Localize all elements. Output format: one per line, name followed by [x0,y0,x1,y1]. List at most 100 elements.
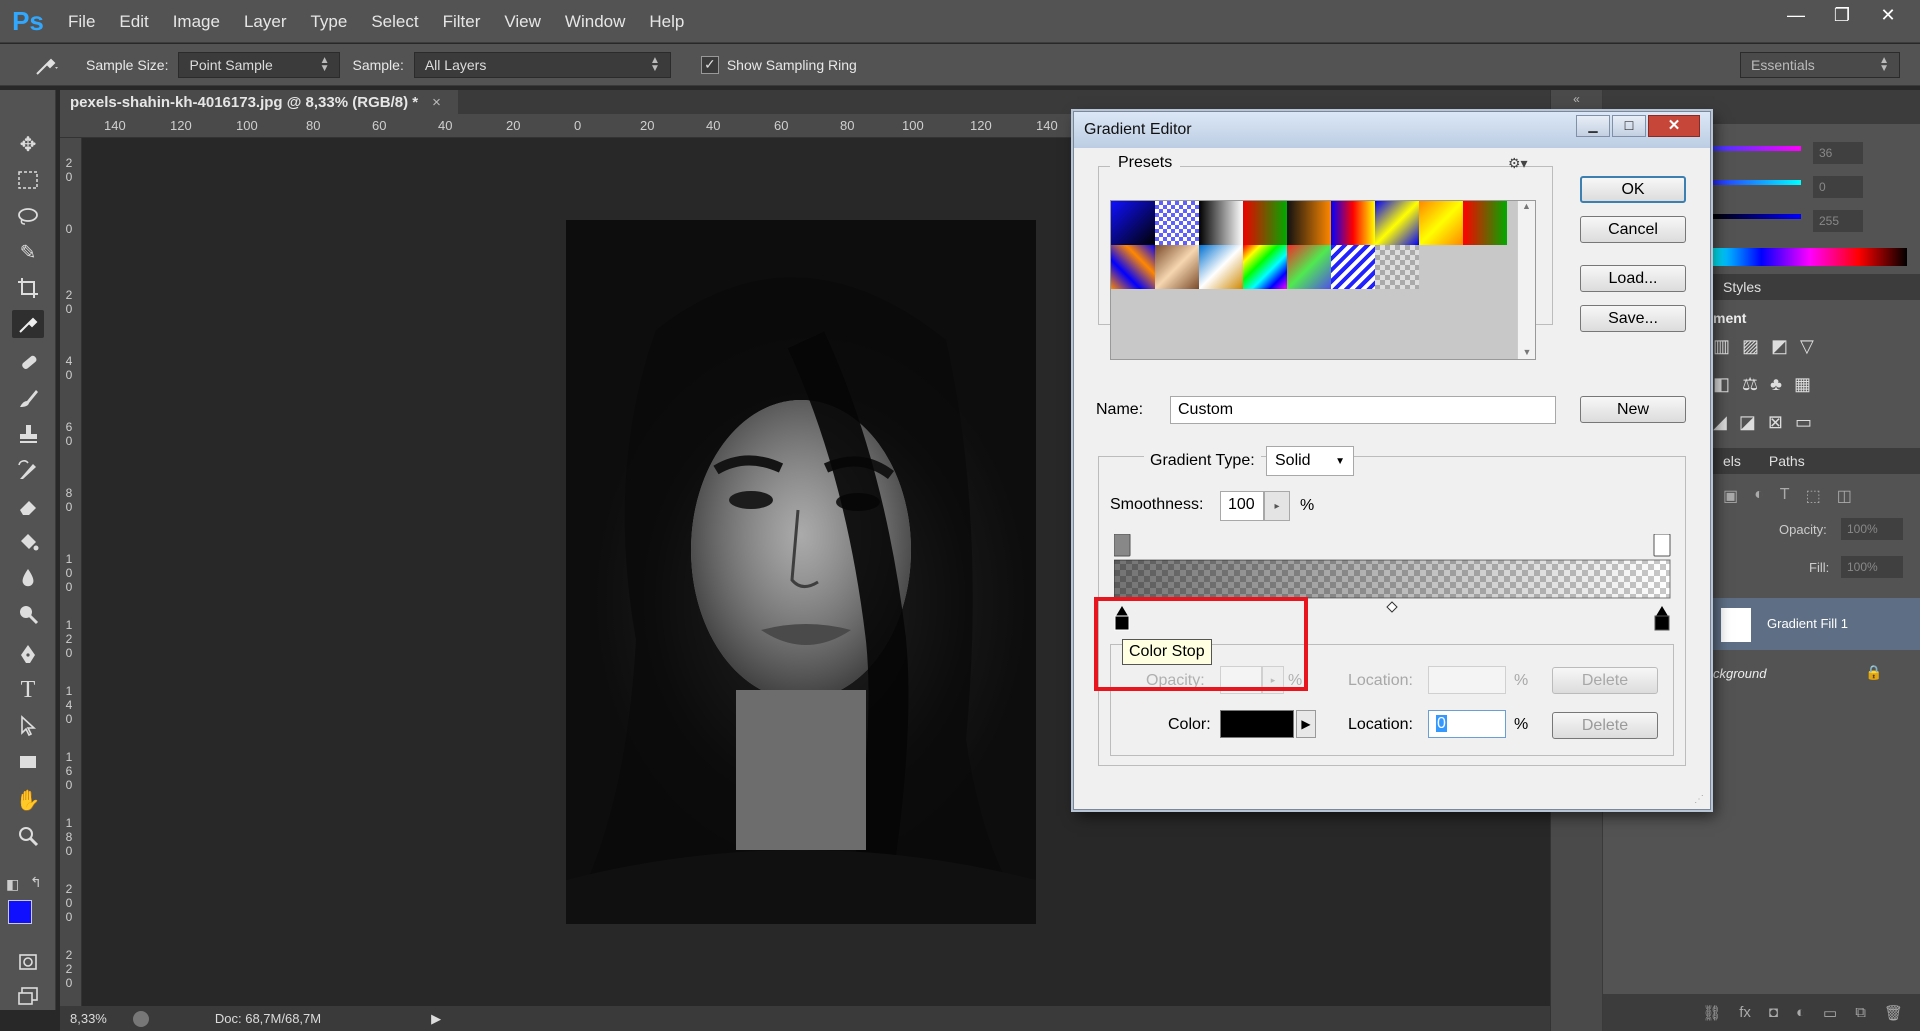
threshold-icon[interactable]: ⊠ [1768,412,1783,433]
preset-swatch[interactable] [1287,201,1331,245]
filter-adjustment-icon[interactable]: ◐ [1754,486,1764,506]
preset-swatch[interactable] [1155,245,1199,289]
tab-channels[interactable]: els [1709,453,1755,469]
tab-paths[interactable]: Paths [1755,453,1819,469]
healing-brush-tool-icon[interactable] [12,348,44,376]
eraser-tool-icon[interactable] [12,492,44,520]
midpoint-diamond-icon[interactable] [1386,601,1398,613]
lasso-tool-icon[interactable] [12,202,44,230]
color-spectrum-bar[interactable] [1713,248,1907,266]
preset-swatch[interactable] [1155,201,1199,245]
new-layer-icon[interactable]: ⧉ [1855,1004,1866,1021]
collapse-arrows-icon[interactable]: « [1551,92,1602,106]
menu-filter[interactable]: Filter [431,0,493,43]
workspace-select[interactable]: Essentials ▲ ▼ [1740,52,1900,78]
close-button[interactable]: ✕ [1866,0,1910,30]
preset-swatch[interactable] [1111,201,1155,245]
tab-styles[interactable]: Styles [1709,279,1775,295]
curves-icon[interactable]: ▨ [1742,336,1759,357]
presets-scrollbar[interactable]: ▲ ▼ [1517,201,1535,359]
menu-file[interactable]: File [56,0,107,43]
fx-icon[interactable]: fx [1739,1004,1751,1021]
hue-saturation-icon[interactable]: ⚖ [1742,374,1758,395]
new-group-icon[interactable]: ▭ [1823,1004,1837,1022]
preset-swatch[interactable] [1375,201,1419,245]
color-value-g[interactable]: 0 [1813,176,1863,198]
menu-view[interactable]: View [492,0,553,43]
menu-image[interactable]: Image [161,0,232,43]
menu-edit[interactable]: Edit [107,0,160,43]
load-button[interactable]: Load... [1580,265,1686,292]
marquee-tool-icon[interactable] [12,166,44,194]
new-adjustment-icon[interactable]: ◐ [1796,1004,1805,1021]
filter-type-icon[interactable]: T [1780,486,1790,506]
color-stop-right[interactable] [1654,606,1670,631]
eyedropper-tool-icon[interactable] [12,310,44,338]
move-tool-icon[interactable]: ✥ [12,130,44,158]
color-balance-icon[interactable]: ♣ [1770,374,1782,395]
menu-help[interactable]: Help [637,0,696,43]
crop-tool-icon[interactable] [12,274,44,302]
gradient-type-select[interactable]: Solid ▼ [1266,446,1354,476]
ok-button[interactable]: OK [1580,176,1686,203]
clone-stamp-tool-icon[interactable] [12,420,44,448]
path-selection-tool-icon[interactable] [12,712,44,740]
pen-tool-icon[interactable] [12,640,44,668]
preset-swatch[interactable] [1463,201,1507,245]
restore-button[interactable]: ❐ [1820,0,1864,30]
color-slider-b[interactable] [1713,214,1801,219]
preset-swatch[interactable] [1243,201,1287,245]
history-brush-tool-icon[interactable] [12,456,44,484]
menu-type[interactable]: Type [298,0,359,43]
color-value-b[interactable]: 255 [1813,210,1863,232]
opacity-stop-right[interactable] [1653,534,1671,557]
dialog-maximize-icon[interactable]: ☐ [1612,115,1646,137]
type-tool-icon[interactable]: T [12,676,44,704]
delete-layer-icon[interactable]: 🗑 [1884,1004,1903,1022]
screen-mode-icon[interactable] [12,982,44,1010]
smoothness-input[interactable]: 100 [1220,491,1264,521]
preset-swatch[interactable] [1199,245,1243,289]
add-mask-icon[interactable]: ◘ [1769,1004,1778,1021]
brightness-icon[interactable]: ▥ [1713,336,1730,357]
gradient-map-icon[interactable]: ▽ [1800,336,1814,357]
sample-size-select[interactable]: Point Sample ▲ ▼ [178,51,341,78]
zoom-level[interactable]: 8,33% [70,1011,107,1026]
photo-filter-icon[interactable]: ◢ [1713,412,1727,433]
sample-select[interactable]: All Layers ▲ ▼ [413,51,671,78]
quick-selection-tool-icon[interactable]: ✎ [12,238,44,266]
hand-tool-icon[interactable]: ✋ [12,786,44,814]
document-photo[interactable] [566,220,1036,924]
close-tab-icon[interactable]: × [432,94,441,111]
dialog-title-bar[interactable]: Gradient Editor ▁ ☐ ✕ [1074,112,1710,148]
rectangle-tool-icon[interactable] [12,748,44,776]
color-slider-r[interactable] [1713,146,1801,151]
preset-swatch[interactable] [1331,245,1375,289]
swap-colors-icon[interactable]: ↰ [30,874,42,891]
minimize-button[interactable]: — [1774,0,1818,30]
dialog-minimize-icon[interactable]: ▁ [1576,115,1610,137]
menu-layer[interactable]: Layer [232,0,299,43]
save-button[interactable]: Save... [1580,305,1686,332]
channel-mixer-icon[interactable]: ▦ [1794,374,1811,395]
eyedropper-preset-icon[interactable] [28,50,64,80]
show-sampling-ring-checkbox[interactable]: ✓ [700,55,719,74]
filter-smart-icon[interactable]: ◫ [1837,486,1852,506]
presets-settings-gear-icon[interactable]: ⚙▾ [1508,155,1528,172]
delete-color-stop-button[interactable]: Delete [1552,712,1658,739]
new-button[interactable]: New [1580,396,1686,423]
zoom-tool-icon[interactable] [12,822,44,850]
smoothness-arrow-icon[interactable]: ▸ [1264,491,1290,521]
opacity-value[interactable]: 100% [1841,518,1903,540]
link-layers-icon[interactable]: ⛓ [1702,1004,1721,1022]
preset-swatch[interactable] [1419,201,1463,245]
selective-color-icon[interactable]: ▭ [1795,412,1812,433]
status-icon[interactable] [132,1010,149,1027]
dialog-close-icon[interactable]: ✕ [1648,115,1700,137]
document-tab[interactable]: pexels-shahin-kh-4016173.jpg @ 8,33% (RG… [60,90,458,114]
status-menu-arrow-icon[interactable]: ▶ [431,1011,441,1027]
color-location-input[interactable]: 0 [1428,710,1506,738]
menu-select[interactable]: Select [359,0,430,43]
preset-swatch[interactable] [1111,245,1155,289]
color-value-r[interactable]: 36 [1813,142,1863,164]
